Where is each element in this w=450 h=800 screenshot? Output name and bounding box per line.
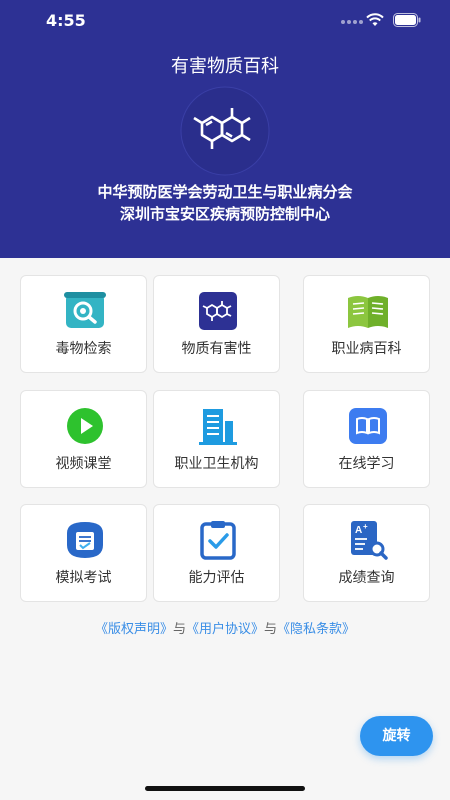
exam-icon: [67, 522, 103, 558]
menu-label: 在线学习: [338, 456, 395, 472]
copyright-link[interactable]: 《版权声明》: [95, 622, 173, 637]
menu-label: 职业病百科: [331, 341, 402, 357]
status-bar: 4:55: [0, 0, 450, 44]
organization-name-1: 中华预防医学会劳动卫生与职业病分会: [97, 183, 353, 201]
status-time: 4:55: [46, 11, 86, 30]
rotate-button[interactable]: 旋转: [360, 716, 433, 756]
app-title: 有害物质百科: [171, 56, 279, 77]
clipboard-check-icon: [200, 521, 236, 560]
menu-label: 职业卫生机构: [174, 456, 259, 472]
wifi-icon: [366, 13, 384, 26]
header: 4:55 有害物质百科 中华预防医学会劳动卫生与职业病分会 深圳市宝安区疾病预防…: [0, 0, 450, 258]
molecule-logo-icon: [180, 86, 270, 176]
home-indicator: [145, 786, 305, 791]
menu-label: 视频课堂: [55, 456, 112, 472]
svg-text:+: +: [363, 522, 368, 531]
legal-links: 《版权声明》与《用户协议》与《隐私条款》: [0, 618, 450, 637]
molecule-icon: [199, 292, 237, 330]
user-agreement-link[interactable]: 《用户协议》: [186, 622, 264, 637]
book-icon: [349, 408, 387, 444]
menu-poison-search[interactable]: 毒物检索: [20, 275, 147, 373]
menu-label: 能力评估: [188, 570, 245, 586]
privacy-link[interactable]: 《隐私条款》: [277, 622, 355, 637]
building-icon: [199, 409, 237, 445]
menu-score-query[interactable]: A + 成绩查询: [303, 504, 430, 602]
menu-label: 物质有害性: [181, 341, 252, 357]
link-separator: 与: [264, 622, 278, 637]
link-separator: 与: [172, 622, 186, 637]
score-search-icon: A +: [351, 521, 388, 560]
play-video-icon: [67, 408, 103, 444]
open-book-icon: [348, 296, 388, 328]
menu-substance-hazard[interactable]: 物质有害性: [153, 275, 280, 373]
menu-ability-assessment[interactable]: 能力评估: [153, 504, 280, 602]
menu-video-class[interactable]: 视频课堂: [20, 390, 147, 488]
cellular-signal-icon: [341, 20, 363, 24]
battery-icon: [393, 13, 421, 27]
poison-search-icon: [64, 292, 106, 328]
menu-label: 毒物检索: [55, 341, 112, 357]
menu-grid: 毒物检索 物质有害性 职业病百科 视频课堂 职业卫生机构 在线学习 模拟考试 能…: [20, 275, 430, 605]
menu-occupational-disease[interactable]: 职业病百科: [303, 275, 430, 373]
menu-label: 成绩查询: [338, 570, 395, 586]
menu-health-institution[interactable]: 职业卫生机构: [153, 390, 280, 488]
organization-name-2: 深圳市宝安区疾病预防控制中心: [119, 205, 330, 223]
menu-online-learning[interactable]: 在线学习: [303, 390, 430, 488]
menu-label: 模拟考试: [55, 570, 112, 586]
svg-text:A: A: [355, 525, 362, 536]
menu-mock-exam[interactable]: 模拟考试: [20, 504, 147, 602]
